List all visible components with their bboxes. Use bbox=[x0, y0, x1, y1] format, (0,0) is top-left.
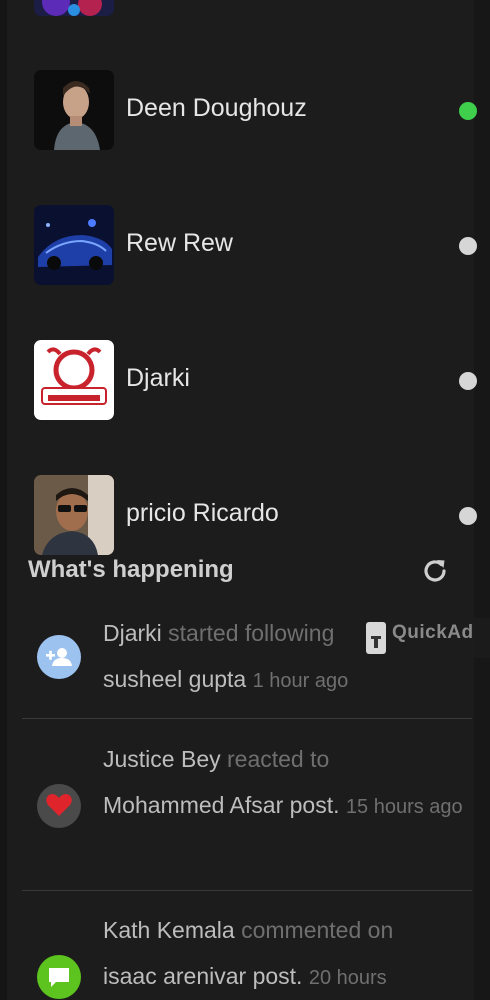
avatar bbox=[34, 70, 114, 150]
avatar bbox=[34, 475, 114, 555]
feed-divider bbox=[22, 890, 472, 891]
feed-item[interactable]: Kath Kemala commented on isaac arenivar … bbox=[22, 907, 472, 1000]
person-add-icon bbox=[37, 635, 81, 679]
comment-icon bbox=[37, 955, 81, 999]
feed-action: started following bbox=[168, 620, 335, 646]
feed-text: Kath Kemala commented on isaac arenivar … bbox=[103, 907, 473, 1000]
section-title: What's happening bbox=[28, 556, 234, 583]
contact-item[interactable]: Rew Rew bbox=[34, 205, 477, 285]
feed-actor[interactable]: Djarki bbox=[103, 620, 162, 646]
feed-time: 15 hours ago bbox=[345, 796, 463, 818]
offline-status-dot bbox=[459, 372, 477, 390]
heart-icon bbox=[37, 784, 81, 828]
activity-sidebar: Deen Doughouz Rew Rew Djarki pricio Rica… bbox=[0, 0, 490, 1000]
quickad-label: QuickAd bbox=[392, 622, 474, 643]
feed-actor[interactable]: Justice Bey bbox=[103, 746, 221, 772]
feed-action: reacted to bbox=[227, 746, 330, 772]
contact-item[interactable]: Deen Doughouz bbox=[34, 70, 477, 150]
offline-status-dot bbox=[459, 507, 477, 525]
feed-target[interactable]: Mohammed Afsar post. bbox=[103, 792, 340, 818]
avatar bbox=[34, 205, 114, 285]
feed-target[interactable]: isaac arenivar post. bbox=[103, 963, 302, 989]
feed-target[interactable]: susheel gupta bbox=[103, 666, 246, 692]
avatar bbox=[34, 340, 114, 420]
contact-item[interactable]: pricio Ricardo bbox=[34, 475, 477, 555]
feed-time: 1 hour ago bbox=[252, 670, 349, 692]
contact-item[interactable]: Djarki bbox=[34, 340, 477, 420]
online-status-dot bbox=[459, 102, 477, 120]
offline-status-dot bbox=[459, 237, 477, 255]
contact-name: Rew Rew bbox=[126, 229, 233, 257]
contact-name: pricio Ricardo bbox=[126, 499, 279, 527]
quickad-widget[interactable]: QuickAd bbox=[364, 618, 490, 658]
feed-divider bbox=[22, 718, 472, 719]
contact-name: Deen Doughouz bbox=[126, 94, 307, 122]
feed-time: 20 hours bbox=[308, 967, 387, 989]
quickad-logo-icon bbox=[366, 622, 386, 654]
feed-actor[interactable]: Kath Kemala bbox=[103, 917, 235, 943]
refresh-icon[interactable] bbox=[420, 556, 450, 586]
sidebar-edge bbox=[0, 0, 7, 1000]
feed-action: commented on bbox=[241, 917, 394, 943]
feed-item[interactable]: Justice Bey reacted to Mohammed Afsar po… bbox=[22, 736, 472, 890]
feed-text: Justice Bey reacted to Mohammed Afsar po… bbox=[103, 736, 473, 830]
contact-name: Djarki bbox=[126, 364, 190, 392]
scroll-edge bbox=[474, 0, 490, 1000]
avatar-partial[interactable] bbox=[34, 0, 114, 16]
